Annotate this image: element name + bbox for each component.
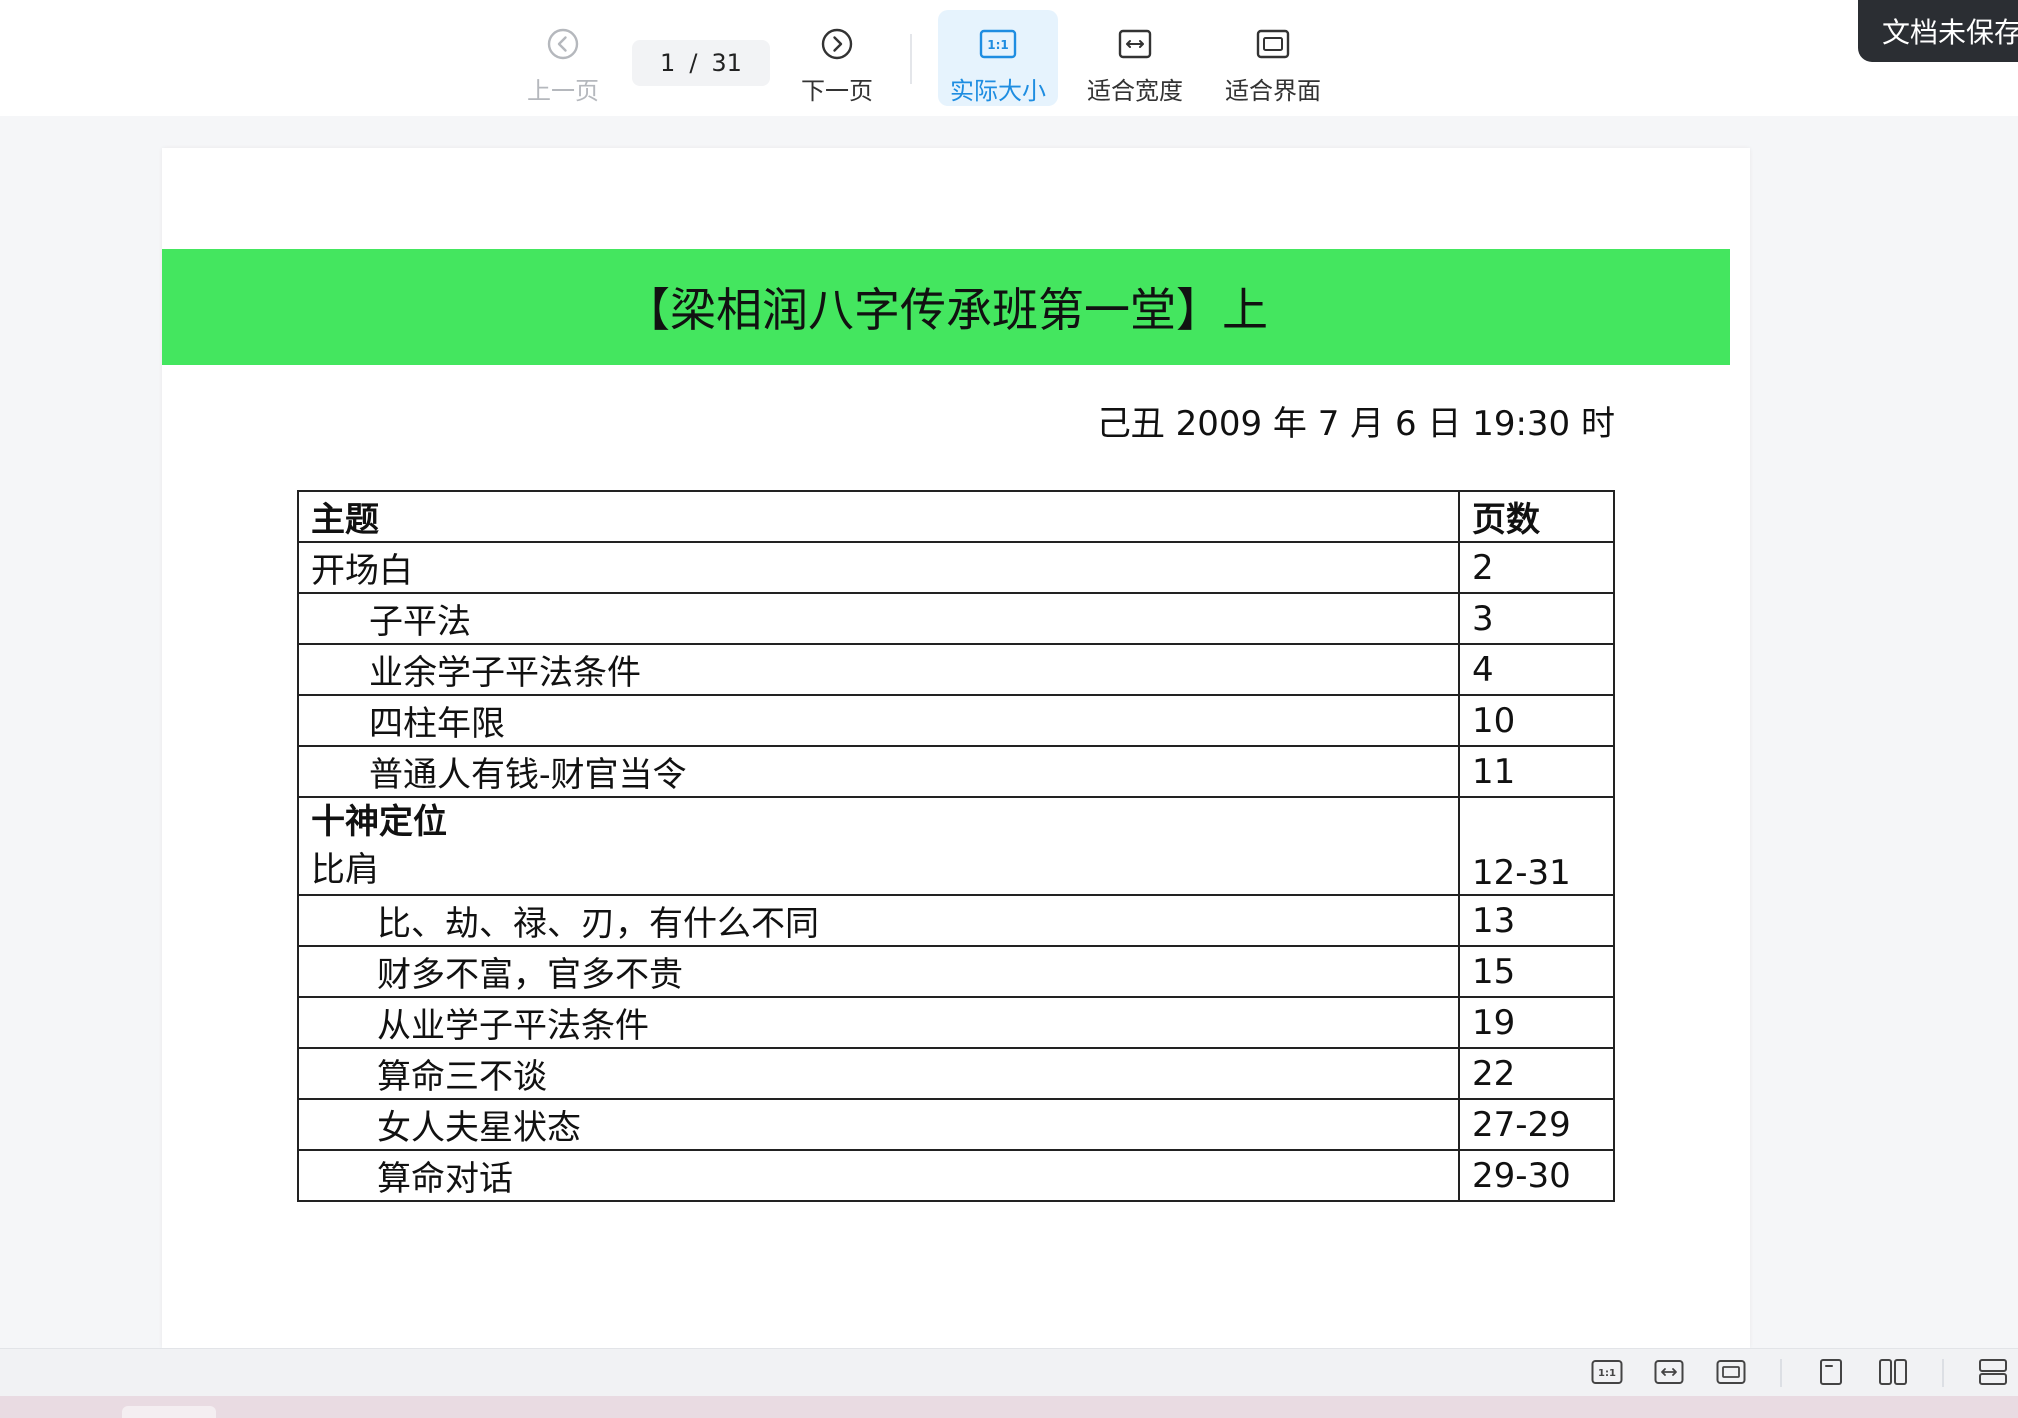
- row-topic-group: 十神定位 比肩: [297, 796, 1460, 896]
- prev-page-label: 上一页: [527, 77, 599, 105]
- row-topic: 普通人有钱-财官当令: [297, 745, 1460, 798]
- row-topic: 比肩: [311, 850, 379, 890]
- viewer-toolbar: 上一页 1 / 31 下一页 1:1 实际大小 适合宽度 适合界面 文档未保存: [0, 0, 2018, 116]
- row-pages: 15: [1458, 945, 1615, 998]
- prev-page-button[interactable]: 上一页: [518, 10, 608, 106]
- svg-text:1:1: 1:1: [1598, 1368, 1616, 1379]
- bottombar-divider: [1942, 1359, 1944, 1387]
- fit-page-icon: [1716, 1360, 1746, 1384]
- view-mode-bar: 1:1: [0, 1348, 2018, 1397]
- row-topic: 财多不富，官多不贵: [297, 945, 1460, 998]
- table-row: 四柱年限 10: [297, 694, 1615, 747]
- fit-page-button[interactable]: 适合界面: [1216, 10, 1330, 106]
- row-pages: 11: [1458, 745, 1615, 798]
- bottombar-divider: [1780, 1359, 1782, 1387]
- taskbar-tab[interactable]: [122, 1406, 216, 1418]
- fit-width-mini-button[interactable]: [1652, 1355, 1686, 1389]
- row-pages: 3: [1458, 592, 1615, 645]
- document-page: 【梁相润八字传承班第一堂】上 己丑 2009 年 7 月 6 日 19:30 时…: [162, 148, 1750, 1348]
- two-page-icon: [1879, 1359, 1907, 1385]
- actual-size-icon: 1:1: [979, 24, 1017, 63]
- actual-size-button[interactable]: 1:1 实际大小: [938, 10, 1058, 106]
- next-page-label: 下一页: [801, 77, 873, 105]
- table-header-row: 主题 页数: [297, 490, 1615, 543]
- section-heading: 十神定位: [311, 802, 447, 842]
- document-date: 己丑 2009 年 7 月 6 日 19:30 时: [1096, 404, 1615, 444]
- table-row: 比、劫、禄、刃，有什么不同 13: [297, 894, 1615, 947]
- page-counter[interactable]: 1 / 31: [632, 40, 770, 86]
- row-pages: 4: [1458, 643, 1615, 696]
- unsaved-status-badge: 文档未保存: [1858, 0, 2018, 62]
- contents-table: 主题 页数 开场白 2 子平法 3 业余学子平法条件 4 四柱年限 10 普通人…: [297, 490, 1615, 1202]
- table-row: 从业学子平法条件 19: [297, 996, 1615, 1049]
- row-topic: 四柱年限: [297, 694, 1460, 747]
- fit-page-icon: [1256, 24, 1290, 63]
- header-pages: 页数: [1458, 490, 1615, 543]
- document-title: 【梁相润八字传承班第一堂】上: [624, 283, 1268, 337]
- row-pages: 12-31: [1472, 853, 1571, 893]
- fit-width-label: 适合宽度: [1087, 77, 1183, 105]
- row-pages-cell: 12-31: [1458, 796, 1615, 896]
- fit-page-mini-button[interactable]: [1714, 1355, 1748, 1389]
- table-row: 十神定位 比肩 12-31: [297, 796, 1615, 896]
- table-row: 业余学子平法条件 4: [297, 643, 1615, 696]
- table-row: 财多不富，官多不贵 15: [297, 945, 1615, 998]
- toolbar-divider: [910, 34, 912, 84]
- table-row: 普通人有钱-财官当令 11: [297, 745, 1615, 798]
- row-topic: 算命三不谈: [297, 1047, 1460, 1100]
- os-taskbar: [0, 1396, 2018, 1418]
- table-row: 女人夫星状态 27-29: [297, 1098, 1615, 1151]
- row-topic: 女人夫星状态: [297, 1098, 1460, 1151]
- row-pages: 13: [1458, 894, 1615, 947]
- row-pages: 2: [1458, 541, 1615, 594]
- svg-text:1:1: 1:1: [987, 38, 1009, 52]
- unsaved-label: 文档未保存: [1882, 16, 2018, 49]
- row-topic: 子平法: [297, 592, 1460, 645]
- single-page-icon: [1820, 1359, 1842, 1385]
- header-topic: 主题: [297, 490, 1460, 543]
- row-pages: 27-29: [1458, 1098, 1615, 1151]
- row-topic: 开场白: [297, 541, 1460, 594]
- current-page-number[interactable]: 1: [660, 49, 675, 77]
- row-pages: 29-30: [1458, 1149, 1615, 1202]
- continuous-scroll-button[interactable]: [1976, 1355, 2010, 1389]
- row-topic: 从业学子平法条件: [297, 996, 1460, 1049]
- fit-width-icon: [1118, 24, 1152, 63]
- two-page-view-button[interactable]: [1876, 1355, 1910, 1389]
- actual-size-icon: 1:1: [1591, 1360, 1623, 1384]
- table-row: 开场白 2: [297, 541, 1615, 594]
- table-row: 算命对话 29-30: [297, 1149, 1615, 1202]
- row-topic: 比、劫、禄、刃，有什么不同: [297, 894, 1460, 947]
- fit-width-button[interactable]: 适合宽度: [1078, 10, 1192, 106]
- row-pages: 19: [1458, 996, 1615, 1049]
- single-page-view-button[interactable]: [1814, 1355, 1848, 1389]
- actual-size-mini-button[interactable]: 1:1: [1590, 1355, 1624, 1389]
- row-pages: 22: [1458, 1047, 1615, 1100]
- title-banner: 【梁相润八字传承班第一堂】上: [162, 249, 1730, 365]
- page-separator: /: [689, 49, 698, 77]
- table-row: 算命三不谈 22: [297, 1047, 1615, 1100]
- total-pages: 31: [711, 49, 742, 77]
- actual-size-label: 实际大小: [950, 77, 1046, 105]
- chevron-right-circle-icon: [820, 24, 854, 63]
- chevron-left-circle-icon: [546, 24, 580, 63]
- fit-page-label: 适合界面: [1225, 77, 1321, 105]
- row-topic: 算命对话: [297, 1149, 1460, 1202]
- continuous-scroll-icon: [1979, 1359, 2007, 1385]
- next-page-button[interactable]: 下一页: [792, 10, 882, 106]
- row-topic: 业余学子平法条件: [297, 643, 1460, 696]
- table-row: 子平法 3: [297, 592, 1615, 645]
- fit-width-icon: [1654, 1360, 1684, 1384]
- row-pages: 10: [1458, 694, 1615, 747]
